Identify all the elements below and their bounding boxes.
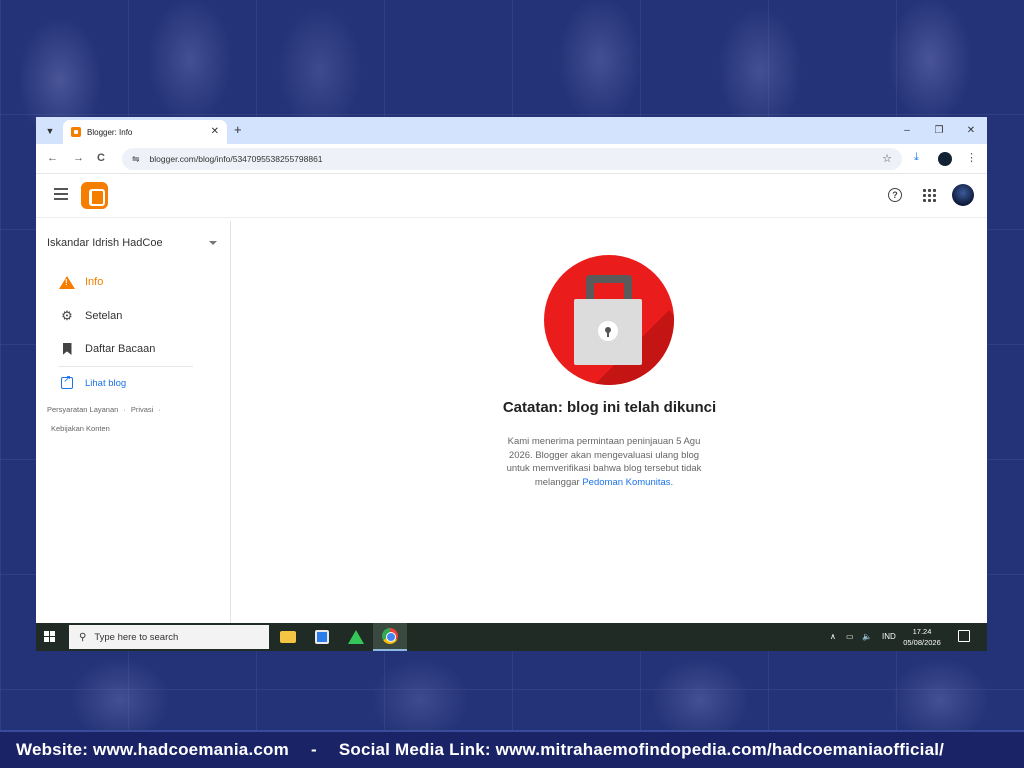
lock-icon bbox=[544, 255, 674, 385]
apps-grid-icon[interactable] bbox=[923, 189, 936, 202]
blog-selector[interactable]: Iskandar Idrish HadCoe bbox=[47, 237, 217, 249]
search-placeholder: Type here to search bbox=[94, 631, 179, 643]
view-blog-link[interactable]: Lihat blog bbox=[36, 368, 231, 398]
gear-icon: ⚙ bbox=[61, 308, 73, 323]
taskbar-search-input[interactable]: ⚲ Type here to search bbox=[69, 625, 269, 649]
caret-down-icon bbox=[209, 241, 217, 245]
main-content: Catatan: blog ini telah dikunci Kami men… bbox=[232, 221, 987, 623]
blogger-header: ? bbox=[36, 174, 987, 218]
browser-tab-blogger-info[interactable]: Blogger: Info ✕ bbox=[63, 120, 227, 144]
privacy-link[interactable]: Privasi bbox=[131, 405, 154, 414]
browser-menu-icon[interactable]: ⋮ bbox=[966, 151, 977, 164]
volume-icon[interactable]: 🔈 bbox=[862, 632, 872, 641]
locked-message: Kami menerima permintaan peninjauan 5 Ag… bbox=[499, 435, 709, 489]
tab-title: Blogger: Info bbox=[87, 127, 133, 137]
sidebar-item-label: Daftar Bacaan bbox=[85, 343, 156, 355]
notification-icon[interactable] bbox=[958, 630, 970, 642]
back-button[interactable]: ← bbox=[47, 152, 58, 164]
reload-button[interactable]: C bbox=[97, 152, 105, 164]
bookmark-star-icon[interactable]: ☆ bbox=[882, 152, 892, 165]
view-blog-label: Lihat blog bbox=[85, 377, 127, 389]
store-icon[interactable] bbox=[305, 623, 339, 651]
address-bar[interactable]: ⇋ blogger.com/blog/info/5347095538255798… bbox=[122, 148, 902, 170]
footer-website: Website: www.hadcoemania.com bbox=[16, 740, 289, 759]
bookmark-icon bbox=[62, 343, 72, 355]
clock[interactable]: 17.24 05/08/2026 bbox=[898, 626, 946, 648]
green-triangle-app-icon[interactable] bbox=[339, 623, 373, 651]
restore-button[interactable]: ❐ bbox=[923, 117, 955, 144]
sidebar-item-label: Info bbox=[85, 276, 104, 288]
sidebar-item-settings[interactable]: ⚙ Setelan bbox=[36, 301, 231, 331]
locked-message-suffix: . bbox=[670, 476, 674, 488]
close-window-button[interactable]: ✕ bbox=[955, 117, 987, 144]
url-text: blogger.com/blog/info/534709553825579886… bbox=[149, 154, 323, 164]
tab-close-icon[interactable]: ✕ bbox=[211, 126, 219, 137]
file-explorer-icon[interactable] bbox=[271, 623, 305, 651]
legal-links: Persyaratan Layanan · Privasi · bbox=[47, 405, 161, 414]
sidebar-item-info[interactable]: Info bbox=[36, 267, 231, 297]
blog-name: Iskandar Idrish HadCoe bbox=[47, 237, 163, 249]
keyhole-icon bbox=[598, 321, 618, 341]
battery-icon[interactable]: ▭ bbox=[846, 632, 854, 641]
blogger-logo[interactable] bbox=[81, 182, 108, 209]
browser-toolbar: ← → C ⇋ blogger.com/blog/info/5347095538… bbox=[36, 144, 987, 174]
site-info-icon[interactable]: ⇋ bbox=[132, 154, 140, 165]
hamburger-menu-icon[interactable] bbox=[54, 188, 68, 203]
sidebar-item-reading-list[interactable]: Daftar Bacaan bbox=[36, 334, 231, 364]
terms-link[interactable]: Persyaratan Layanan bbox=[47, 405, 118, 414]
footer-banner: Website: www.hadcoemania.com - Social Me… bbox=[0, 730, 1024, 768]
open-external-icon bbox=[61, 374, 73, 389]
account-avatar[interactable] bbox=[952, 184, 974, 206]
language-indicator[interactable]: IND bbox=[882, 632, 896, 641]
locked-title: Catatan: blog ini telah dikunci bbox=[502, 399, 717, 416]
legal-links-2: Kebijakan Konten bbox=[51, 424, 110, 433]
windows-start-icon[interactable] bbox=[44, 631, 55, 642]
community-guidelines-link[interactable]: Pedoman Komunitas bbox=[582, 477, 670, 488]
clock-time: 17.24 bbox=[912, 627, 932, 636]
content-policy-link[interactable]: Kebijakan Konten bbox=[51, 424, 110, 433]
windows-taskbar: ⚲ Type here to search ∧ ▭ 🔈 IND 17.24 05… bbox=[36, 623, 987, 651]
tab-search-chevron-icon[interactable]: ▼ bbox=[42, 123, 58, 139]
profile-avatar[interactable] bbox=[938, 152, 952, 166]
forward-button[interactable]: → bbox=[73, 152, 84, 164]
clock-date: 05/08/2026 bbox=[903, 638, 941, 647]
warning-icon bbox=[59, 275, 75, 289]
window-controls: – ❐ ✕ bbox=[891, 117, 987, 144]
blogger-favicon-icon bbox=[71, 127, 81, 137]
help-icon[interactable]: ? bbox=[888, 188, 902, 202]
footer-social: Social Media Link: www.mitrahaemofindope… bbox=[338, 740, 945, 759]
footer-separator: - bbox=[310, 740, 317, 759]
minimize-button[interactable]: – bbox=[891, 117, 923, 144]
tray-chevron-icon[interactable]: ∧ bbox=[830, 632, 836, 641]
search-icon: ⚲ bbox=[79, 631, 87, 643]
new-tab-button[interactable]: + bbox=[234, 122, 242, 137]
browser-tab-bar: ▼ Blogger: Info ✕ + – ❐ ✕ bbox=[36, 117, 987, 144]
download-icon[interactable]: ⤓ bbox=[914, 151, 919, 164]
chrome-icon[interactable] bbox=[373, 623, 407, 651]
sidebar-divider bbox=[58, 366, 193, 367]
screenshot-window: ▼ Blogger: Info ✕ + – ❐ ✕ ← → C ⇋ blogge… bbox=[36, 117, 987, 651]
sidebar: Iskandar Idrish HadCoe Info ⚙ Setelan Da… bbox=[36, 221, 231, 623]
sidebar-item-label: Setelan bbox=[85, 310, 123, 322]
